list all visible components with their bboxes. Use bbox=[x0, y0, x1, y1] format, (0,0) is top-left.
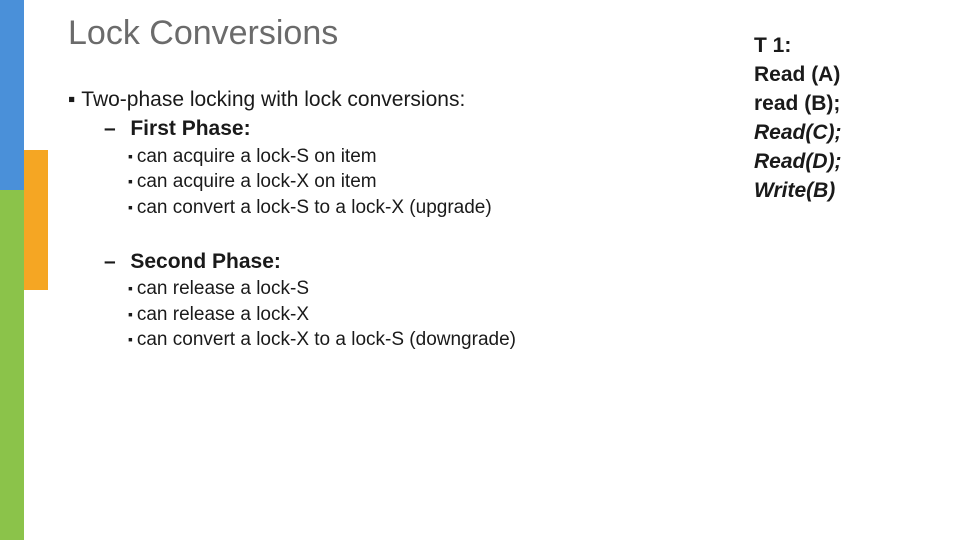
spacer bbox=[68, 222, 688, 246]
bullet-icon: ▪ bbox=[128, 280, 137, 296]
t1-line: Read (A) bbox=[754, 61, 924, 90]
phase2-item-text: can convert a lock-X to a lock-S (downgr… bbox=[137, 329, 516, 350]
phase2-heading: – Second Phase: bbox=[104, 248, 688, 275]
phase2-label: Second Phase: bbox=[130, 250, 281, 273]
bullet-icon: ▪ bbox=[128, 148, 137, 164]
phase1-item-text: can acquire a lock-S on item bbox=[137, 146, 377, 167]
phase1-label: First Phase: bbox=[130, 117, 250, 140]
t1-arg: (B); bbox=[804, 92, 840, 115]
t1-line: Read(C); bbox=[754, 119, 924, 148]
slide-title: Lock Conversions bbox=[68, 14, 338, 53]
t1-op: Read bbox=[754, 63, 811, 86]
bullet-icon: ▪ bbox=[128, 173, 137, 189]
dash-icon: – bbox=[104, 250, 130, 273]
bullet-icon: ▪ bbox=[128, 199, 137, 215]
slide-body: ▪ Two-phase locking with lock conversion… bbox=[68, 80, 688, 354]
t1-op: read bbox=[754, 92, 804, 115]
phase2-item-text: can release a lock-S bbox=[137, 278, 309, 299]
bullet-icon: ▪ bbox=[68, 88, 81, 111]
phase1-item-text: can convert a lock-S to a lock-X (upgrad… bbox=[137, 197, 492, 218]
phase2-item: ▪ can release a lock-X bbox=[128, 303, 688, 328]
dash-icon: – bbox=[104, 117, 130, 140]
accent-stripe-blue bbox=[0, 0, 24, 190]
phase2-item: ▪ can convert a lock-X to a lock-S (down… bbox=[128, 328, 688, 353]
phase1-item: ▪ can acquire a lock-X on item bbox=[128, 170, 688, 195]
t1-arg: (A) bbox=[811, 63, 840, 86]
intro-text: Two-phase locking with lock conversions: bbox=[81, 88, 465, 111]
t1-line: read (B); bbox=[754, 90, 924, 119]
phase1-item-text: can acquire a lock-X on item bbox=[137, 171, 377, 192]
t1-line: Write(B) bbox=[754, 177, 924, 206]
phase2-item-text: can release a lock-X bbox=[137, 304, 309, 325]
t1-header: T 1: bbox=[754, 32, 924, 61]
phase2-item: ▪ can release a lock-S bbox=[128, 277, 688, 302]
accent-stripe-green bbox=[0, 190, 24, 540]
bullet-icon: ▪ bbox=[128, 331, 137, 347]
accent-stripe-orange bbox=[24, 150, 48, 290]
t1-line: Read(D); bbox=[754, 148, 924, 177]
phase1-heading: – First Phase: bbox=[104, 115, 688, 142]
slide: Lock Conversions ▪ Two-phase locking wit… bbox=[0, 0, 960, 540]
phase1-item: ▪ can convert a lock-S to a lock-X (upgr… bbox=[128, 196, 688, 221]
t1-code-block: T 1: Read (A) read (B); Read(C); Read(D)… bbox=[754, 32, 924, 206]
bullet-icon: ▪ bbox=[128, 306, 137, 322]
intro-bullet: ▪ Two-phase locking with lock conversion… bbox=[68, 86, 688, 113]
phase1-item: ▪ can acquire a lock-S on item bbox=[128, 145, 688, 170]
